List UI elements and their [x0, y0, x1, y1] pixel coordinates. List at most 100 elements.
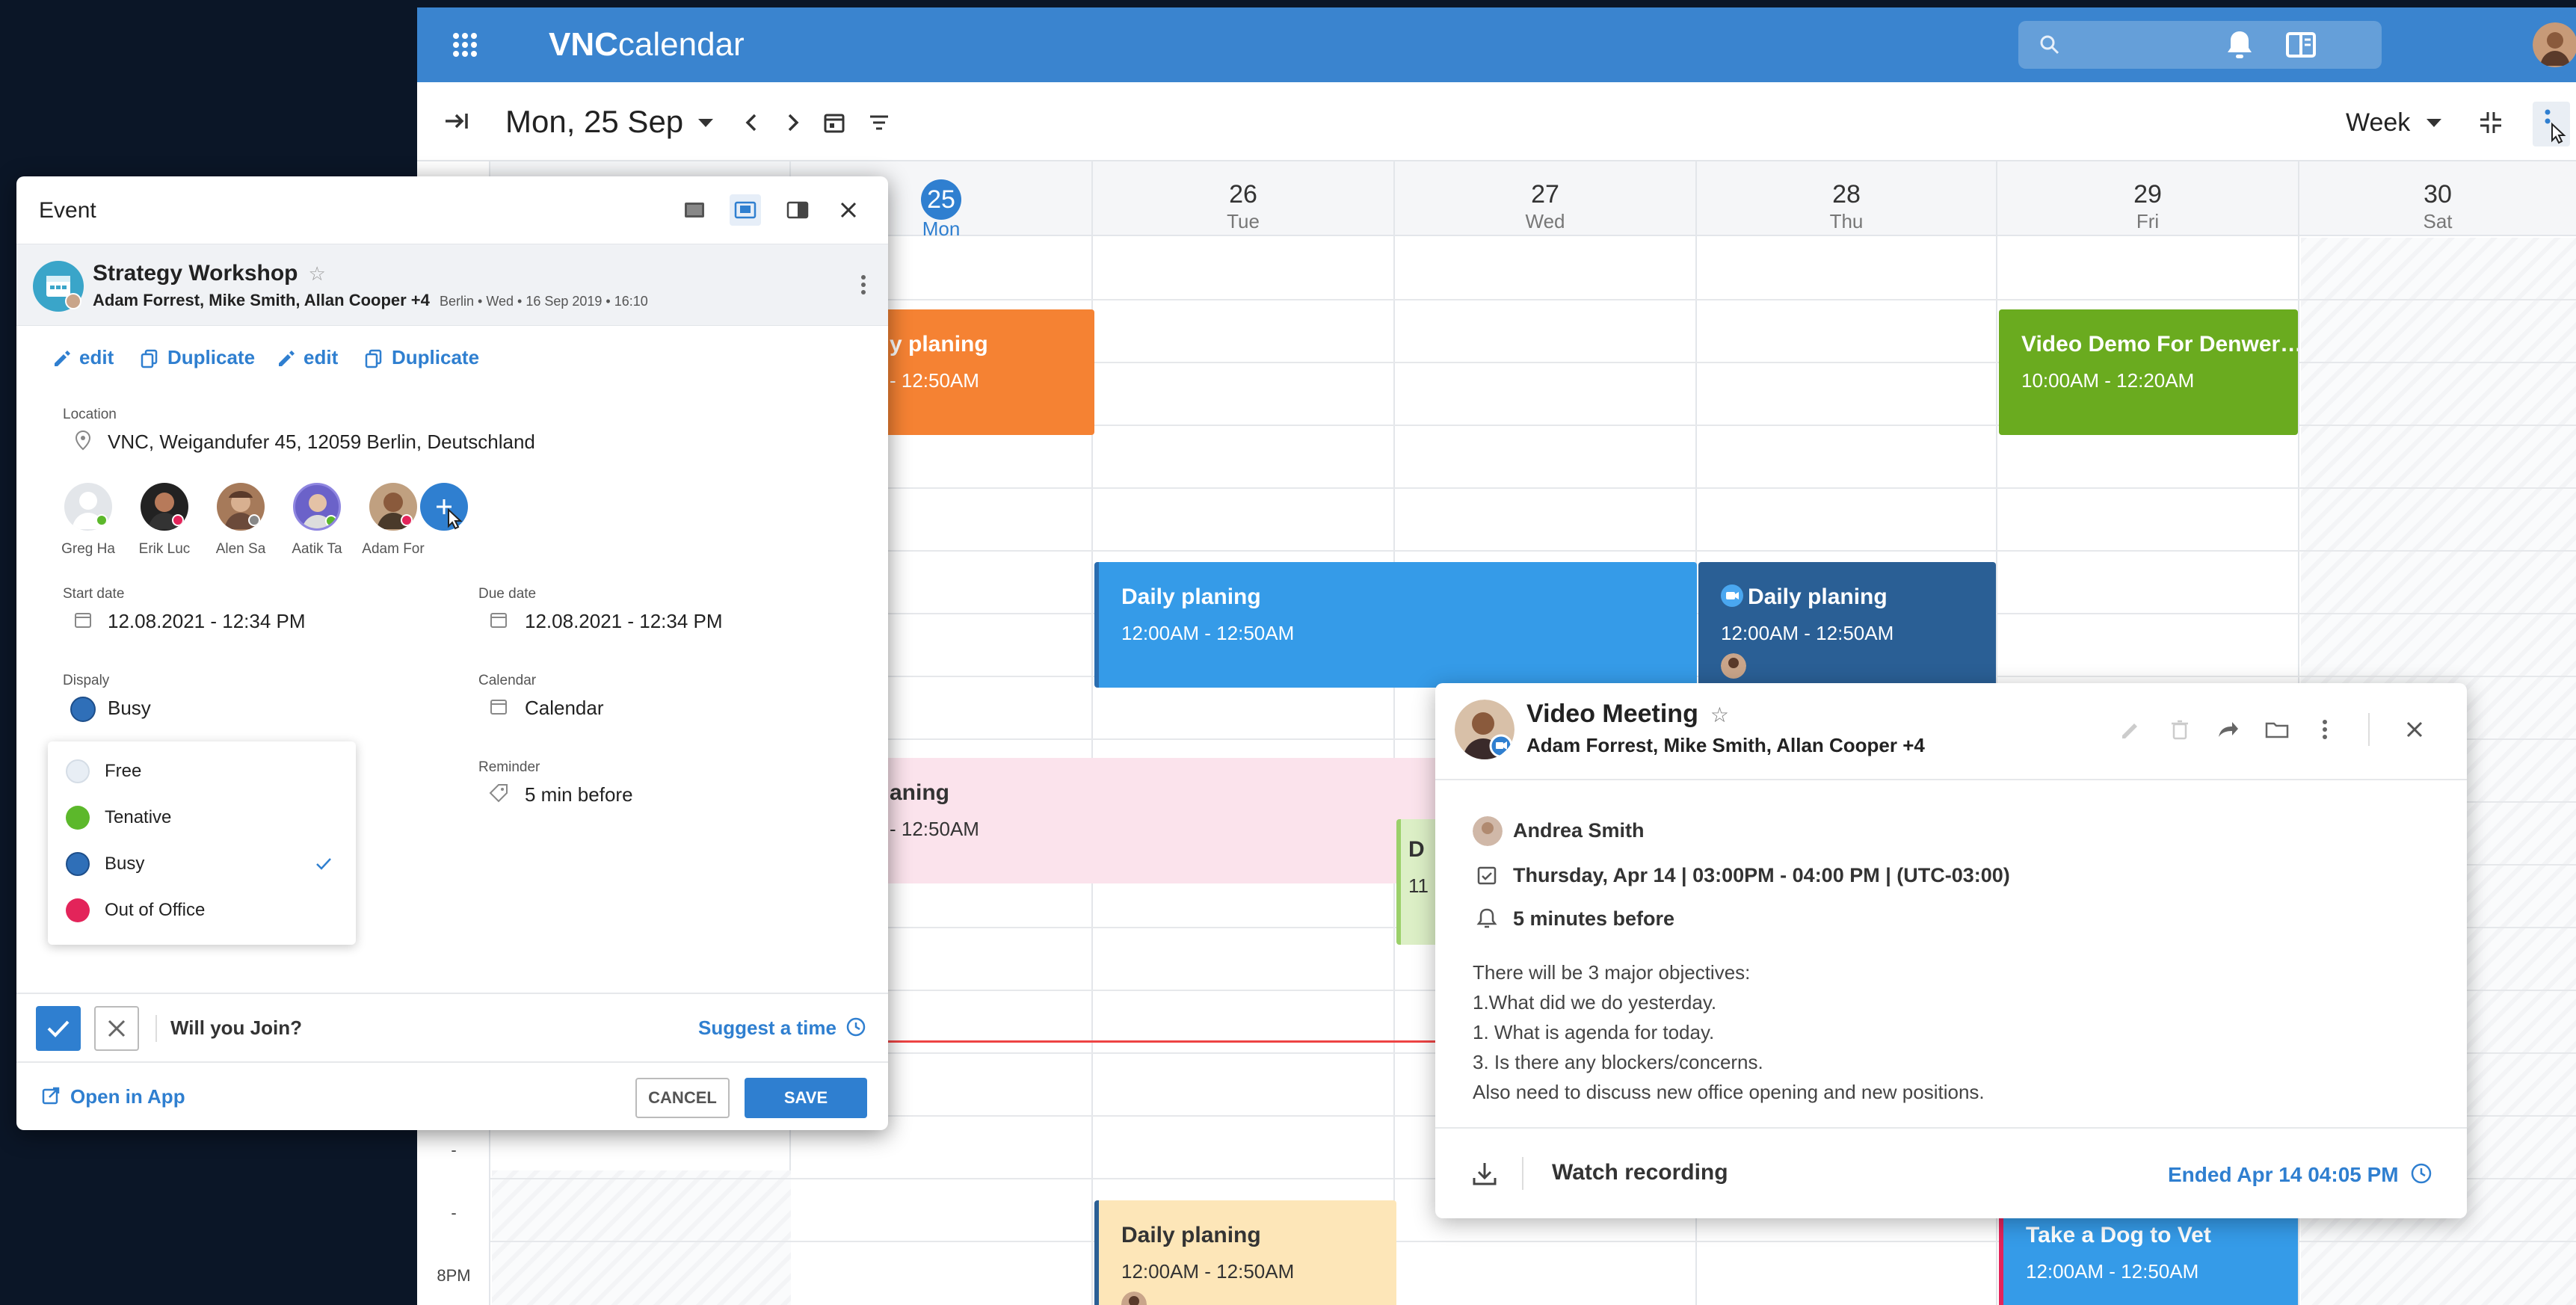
- calendar-select[interactable]: Calendar: [525, 697, 604, 720]
- calendar-today-icon[interactable]: [818, 106, 851, 139]
- watch-recording-button[interactable]: Watch recording: [1552, 1160, 1728, 1185]
- sidebar-panel-icon[interactable]: [2283, 27, 2319, 63]
- duplicate-button[interactable]: Duplicate: [363, 342, 479, 372]
- day-header-wed: 27 Wed: [1395, 161, 1695, 236]
- filter-icon[interactable]: [863, 106, 896, 139]
- day-column-tue[interactable]: 26 Tue: [1093, 161, 1395, 1305]
- current-date-title[interactable]: Mon, 25 Sep: [505, 103, 683, 141]
- description-line: 1.What did we do yesterday.: [1473, 991, 1717, 1014]
- cancel-button[interactable]: CANCEL: [635, 1078, 730, 1118]
- attendee[interactable]: Adam For: [356, 483, 431, 558]
- event-daily-planing-blue[interactable]: Daily planing 12:00AM - 12:50AM: [1094, 562, 1697, 688]
- close-icon[interactable]: [833, 194, 864, 226]
- display-option-free[interactable]: Free: [66, 756, 342, 786]
- bell-icon: [1474, 906, 1500, 931]
- apps-grid-icon[interactable]: [447, 27, 483, 63]
- option-label: Busy: [105, 854, 145, 874]
- trash-icon[interactable]: [2165, 715, 2195, 744]
- more-vertical-icon[interactable]: [852, 270, 875, 300]
- star-icon[interactable]: ☆: [309, 262, 326, 285]
- attendee[interactable]: Erik Luc: [127, 483, 202, 558]
- ended-label: Ended Apr 14 04:05 PM: [2168, 1163, 2399, 1186]
- avatar: [217, 483, 265, 531]
- search-input[interactable]: [2018, 21, 2382, 69]
- pencil-icon[interactable]: [2116, 715, 2145, 744]
- chevron-left-icon[interactable]: [736, 106, 768, 139]
- decline-button[interactable]: [94, 1006, 139, 1051]
- date-dropdown-icon[interactable]: [689, 106, 722, 139]
- share-icon[interactable]: [2213, 715, 2243, 744]
- event-daily-planing-yellow[interactable]: Daily planing 12:00AM - 12:50AM: [1094, 1200, 1396, 1305]
- expand-panel-icon[interactable]: [440, 105, 472, 138]
- close-icon[interactable]: [2400, 715, 2429, 744]
- calendar-check-icon: [1474, 863, 1500, 888]
- display-option-busy[interactable]: Busy: [66, 849, 342, 879]
- side-panel-view-icon[interactable]: [782, 194, 813, 226]
- chevron-right-icon[interactable]: [776, 106, 809, 139]
- day-header-thu: 28 Thu: [1697, 161, 1996, 236]
- organizer-avatar: [1455, 700, 1515, 759]
- status-dot: [96, 514, 108, 526]
- day-weekday: Thu: [1829, 210, 1864, 232]
- suggest-time-label: Suggest a time: [698, 1016, 836, 1039]
- event-title-row: Daily planing: [1721, 583, 1973, 611]
- attendee[interactable]: Greg Ha: [51, 483, 126, 558]
- event-orange[interactable]: y planing - 12:50AM: [867, 309, 1094, 435]
- time-label: -: [451, 1141, 457, 1159]
- day-header-tue: 26 Tue: [1093, 161, 1393, 236]
- day-number: 26: [1229, 180, 1257, 209]
- video-icon: [1721, 584, 1743, 607]
- modal-view-icon[interactable]: [730, 194, 761, 226]
- suggest-time-link[interactable]: Suggest a time: [698, 1016, 866, 1040]
- time-label: -: [451, 1203, 457, 1222]
- open-in-app-label: Open in App: [70, 1085, 185, 1108]
- display-select[interactable]: Busy: [108, 697, 151, 720]
- edit-button[interactable]: edit: [51, 342, 114, 372]
- add-attendee-button[interactable]: [420, 483, 468, 531]
- view-select[interactable]: Week: [2346, 106, 2410, 139]
- user-avatar[interactable]: [2533, 22, 2576, 67]
- hatched-area: [492, 1170, 791, 1305]
- due-date-value[interactable]: 12.08.2021 - 12:34 PM: [525, 610, 723, 633]
- calendar-toolbar: Mon, 25 Sep Week: [417, 82, 2576, 161]
- star-icon[interactable]: ☆: [1710, 703, 1729, 726]
- edit-button[interactable]: edit: [275, 342, 338, 372]
- day-weekday: Fri: [2136, 210, 2160, 232]
- view-dropdown-icon[interactable]: [2418, 106, 2450, 139]
- compress-icon[interactable]: [2474, 106, 2507, 139]
- display-option-tentative[interactable]: Tenative: [66, 803, 342, 833]
- bell-icon[interactable]: [2222, 27, 2258, 63]
- event-title: Video Demo For Denwer…: [2021, 332, 2298, 357]
- event-daily-planing-dark[interactable]: Daily planing 12:00AM - 12:50AM: [1698, 562, 1996, 688]
- accept-button[interactable]: [36, 1006, 81, 1051]
- reminder-label: Reminder: [478, 759, 540, 775]
- tag-icon: [487, 782, 510, 804]
- download-icon[interactable]: [1468, 1157, 1501, 1190]
- attendee[interactable]: Alen Sa: [203, 483, 278, 558]
- open-in-app-link[interactable]: Open in App: [40, 1085, 185, 1108]
- fullscreen-view-icon[interactable]: [679, 194, 710, 226]
- day-number: 28: [1832, 180, 1861, 209]
- save-button[interactable]: SAVE: [745, 1078, 867, 1118]
- tentative-dot: [66, 806, 90, 830]
- more-vertical-icon[interactable]: [2533, 102, 2570, 146]
- display-label: Dispaly: [63, 673, 110, 688]
- copy-icon: [365, 349, 382, 368]
- attendee-avatar: [1121, 1292, 1147, 1305]
- option-label: Out of Office: [105, 900, 206, 920]
- calendar-label: Calendar: [478, 673, 537, 688]
- more-vertical-icon[interactable]: [2310, 715, 2340, 744]
- attendee[interactable]: Aatik Ta: [280, 483, 354, 558]
- divider: [1522, 1157, 1523, 1190]
- status-dot: [401, 514, 413, 526]
- display-option-out-of-office[interactable]: Out of Office: [66, 895, 342, 925]
- folder-icon[interactable]: [2262, 715, 2292, 744]
- location-value: VNC, Weigandufer 45, 12059 Berlin, Deuts…: [108, 431, 535, 453]
- duplicate-label: Duplicate: [167, 346, 256, 368]
- edit-label: edit: [79, 346, 114, 368]
- duplicate-button[interactable]: Duplicate: [139, 342, 255, 372]
- event-video-demo[interactable]: Video Demo For Denwer… 10:00AM - 12:20AM: [1999, 309, 2298, 435]
- start-date-value[interactable]: 12.08.2021 - 12:34 PM: [108, 610, 306, 633]
- join-question: Will you Join?: [170, 1016, 302, 1039]
- reminder-select[interactable]: 5 min before: [525, 783, 633, 806]
